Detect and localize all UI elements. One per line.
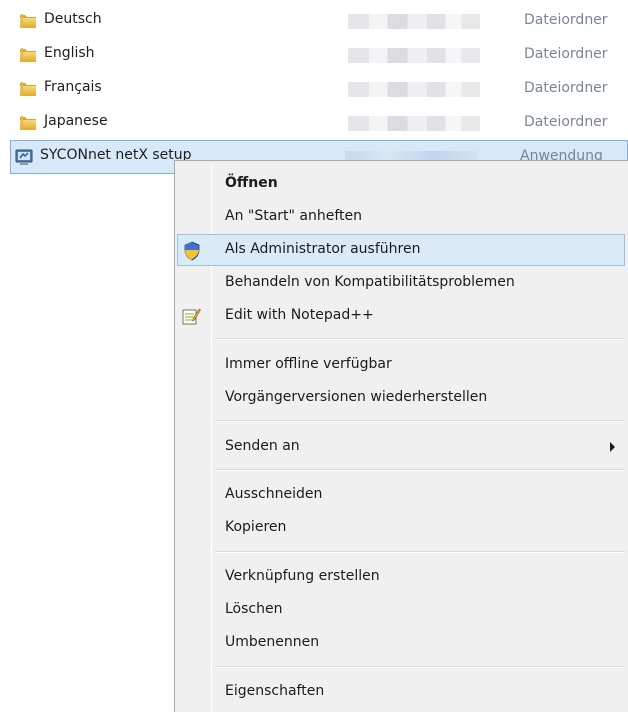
context-menu: Öffnen An "Start" anheften Als Administr… [174, 160, 628, 712]
uac-shield-icon [182, 241, 202, 261]
menu-item-delete[interactable]: Löschen [177, 594, 625, 626]
file-row-deutsch[interactable]: Deutsch Dateiordner [14, 4, 628, 38]
menu-item-label: Umbenennen [225, 634, 320, 650]
menu-item-label: Löschen [225, 601, 283, 617]
menu-item-copy[interactable]: Kopieren [177, 512, 625, 544]
folder-icon [18, 11, 38, 31]
menu-separator [215, 551, 625, 553]
menu-item-rename[interactable]: Umbenennen [177, 627, 625, 659]
menu-item-send-to[interactable]: Senden an [177, 431, 625, 463]
menu-item-label: Öffnen [225, 175, 278, 191]
menu-item-open[interactable]: Öffnen [177, 168, 625, 200]
menu-separator [215, 666, 625, 668]
menu-item-run-as-admin[interactable]: Als Administrator ausführen [177, 234, 625, 266]
file-type: Dateiordner [524, 80, 608, 96]
menu-item-troubleshoot-compatibility[interactable]: Behandeln von Kompatibilitätsproblemen [177, 267, 625, 299]
menu-item-label: Als Administrator ausführen [225, 241, 421, 257]
installer-app-icon [14, 147, 34, 167]
menu-separator [215, 338, 625, 340]
file-name: Japanese [44, 113, 108, 129]
file-name: Deutsch [44, 11, 102, 27]
folder-icon [18, 45, 38, 65]
submenu-arrow-icon [610, 442, 615, 452]
file-type: Dateiordner [524, 46, 608, 62]
notepad-plus-plus-icon [181, 306, 201, 326]
menu-item-label: Ausschneiden [225, 486, 323, 502]
menu-item-label: Behandeln von Kompatibilitätsproblemen [225, 274, 515, 290]
file-type: Dateiordner [524, 12, 608, 28]
menu-item-label: Kopieren [225, 519, 287, 535]
menu-item-cut[interactable]: Ausschneiden [177, 479, 625, 511]
file-type: Dateiordner [524, 114, 608, 130]
menu-separator [215, 420, 625, 422]
file-row-japanese[interactable]: Japanese Dateiordner [14, 106, 628, 140]
menu-item-restore-previous-versions[interactable]: Vorgängerversionen wiederherstellen [177, 382, 625, 414]
menu-item-label: Edit with Notepad++ [225, 307, 374, 323]
menu-item-label: Verknüpfung erstellen [225, 568, 380, 584]
menu-item-always-offline[interactable]: Immer offline verfügbar [177, 349, 625, 381]
menu-item-label: Vorgängerversionen wiederherstellen [225, 389, 488, 405]
folder-icon [18, 79, 38, 99]
menu-item-pin-to-start[interactable]: An "Start" anheften [177, 201, 625, 233]
menu-item-label: Immer offline verfügbar [225, 356, 392, 372]
menu-item-label: An "Start" anheften [225, 208, 363, 224]
file-date-redacted [348, 14, 480, 29]
file-date-redacted [348, 48, 480, 63]
folder-icon [18, 113, 38, 133]
menu-item-label: Eigenschaften [225, 683, 325, 699]
file-name: SYCONnet netX setup [40, 147, 192, 163]
file-name: English [44, 45, 95, 61]
file-date-redacted [348, 82, 480, 97]
menu-item-edit-with-notepad[interactable]: Edit with Notepad++ [177, 300, 625, 332]
menu-item-create-shortcut[interactable]: Verknüpfung erstellen [177, 561, 625, 593]
file-name: Français [44, 79, 102, 95]
file-row-english[interactable]: English Dateiordner [14, 38, 628, 72]
menu-separator [215, 469, 625, 471]
menu-item-properties[interactable]: Eigenschaften [177, 676, 625, 708]
menu-item-label: Senden an [225, 438, 300, 454]
file-row-francais[interactable]: Français Dateiordner [14, 72, 628, 106]
file-date-redacted [348, 116, 480, 131]
